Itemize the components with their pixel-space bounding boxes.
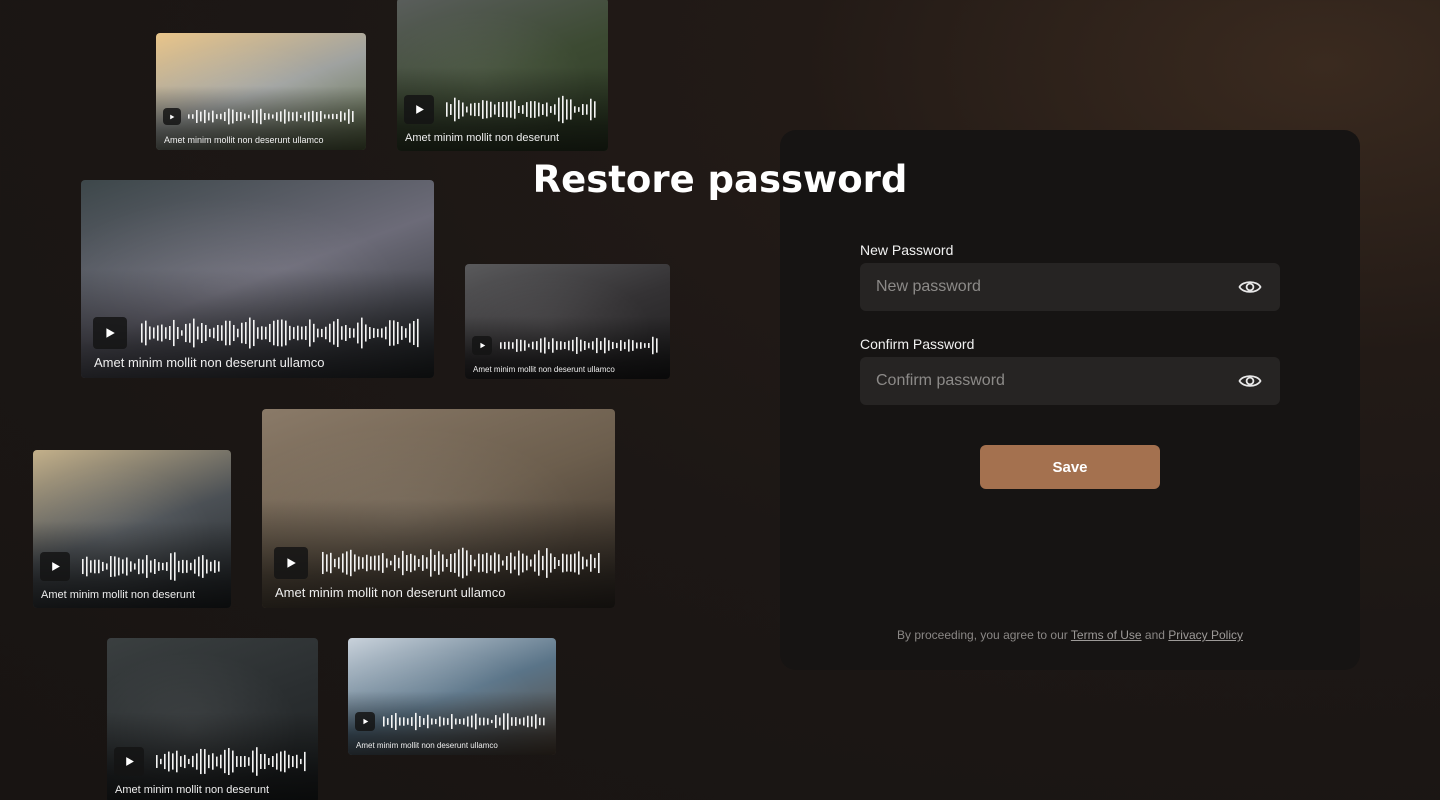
card-caption: Amet minim mollit non deserunt ullamco <box>275 585 506 600</box>
legal-prefix: By proceeding, you agree to our <box>897 628 1071 642</box>
play-button[interactable] <box>93 317 127 349</box>
audio-waveform <box>322 547 600 579</box>
media-card[interactable]: Amet minim mollit non deserunt <box>33 450 231 608</box>
legal-notice: By proceeding, you agree to our Terms of… <box>780 628 1360 642</box>
terms-of-use-link[interactable]: Terms of Use <box>1071 628 1142 642</box>
audio-waveform <box>446 95 596 124</box>
confirm-password-input[interactable] <box>860 357 1220 405</box>
play-button[interactable] <box>40 552 70 581</box>
card-caption: Amet minim mollit non deserunt <box>41 589 196 601</box>
play-icon <box>479 342 485 349</box>
media-card[interactable]: Amet minim mollit non deserunt ullamco <box>465 264 670 379</box>
page-title: Restore password <box>532 158 908 201</box>
confirm-password-label: Confirm Password <box>860 336 975 352</box>
play-button[interactable] <box>472 336 492 355</box>
card-caption: Amet minim mollit non deserunt ullamco <box>356 741 498 750</box>
media-card[interactable]: Amet minim mollit non deserunt ullamco <box>348 638 556 755</box>
privacy-policy-link[interactable]: Privacy Policy <box>1168 628 1243 642</box>
play-icon <box>125 757 134 766</box>
card-caption: Amet minim mollit non deserunt <box>405 132 560 144</box>
play-button[interactable] <box>163 108 181 125</box>
new-password-label: New Password <box>860 242 954 258</box>
play-button[interactable] <box>274 547 308 579</box>
new-password-input[interactable] <box>860 263 1220 311</box>
legal-and: and <box>1141 628 1169 642</box>
play-icon <box>362 718 368 725</box>
save-button[interactable]: Save <box>980 445 1160 489</box>
audio-waveform <box>156 747 306 776</box>
play-icon <box>106 328 115 338</box>
card-caption: Amet minim mollit non deserunt ullamco <box>473 365 615 374</box>
media-card[interactable]: Amet minim mollit non deserunt ullamco <box>81 180 434 378</box>
confirm-password-field <box>860 357 1280 405</box>
play-icon <box>287 558 296 568</box>
play-icon <box>51 562 60 571</box>
play-button[interactable] <box>404 95 434 124</box>
play-button[interactable] <box>114 747 144 776</box>
card-caption: Amet minim mollit non deserunt ullamco <box>164 135 324 145</box>
audio-waveform <box>383 712 545 731</box>
play-icon <box>170 114 175 119</box>
new-password-field <box>860 263 1280 311</box>
audio-waveform <box>500 336 658 355</box>
audio-waveform <box>188 108 354 125</box>
card-caption: Amet minim mollit non deserunt <box>115 784 270 796</box>
media-card[interactable]: Amet minim mollit non deserunt <box>107 638 318 800</box>
audio-waveform <box>141 317 419 349</box>
play-button[interactable] <box>355 712 375 731</box>
eye-icon[interactable] <box>1238 371 1262 391</box>
audio-waveform <box>82 552 220 581</box>
card-caption: Amet minim mollit non deserunt ullamco <box>94 355 325 370</box>
play-icon <box>415 105 424 114</box>
eye-icon[interactable] <box>1238 277 1262 297</box>
media-card[interactable]: Amet minim mollit non deserunt <box>397 0 608 151</box>
media-card[interactable]: Amet minim mollit non deserunt ullamco <box>262 409 615 608</box>
media-card[interactable]: Amet minim mollit non deserunt ullamco <box>156 33 366 150</box>
